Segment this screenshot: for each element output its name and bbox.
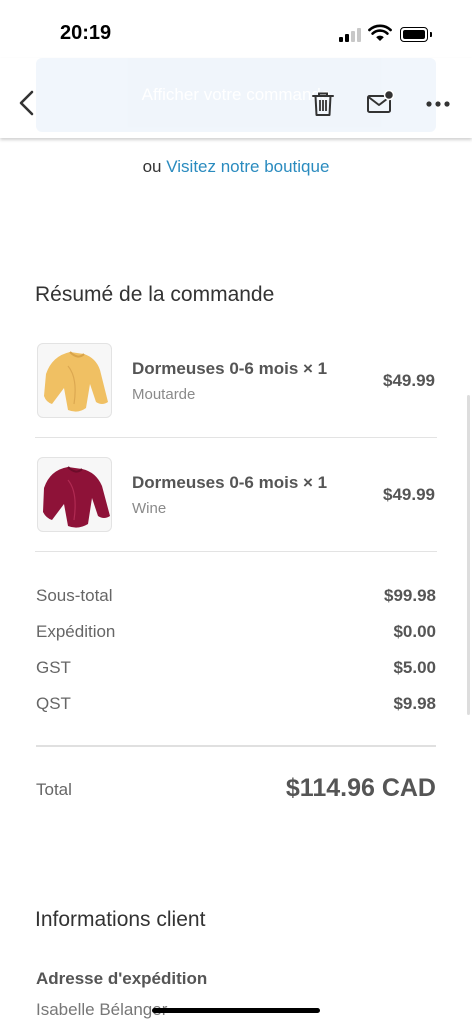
- status-time: 20:19: [60, 22, 112, 44]
- shipping-address-name: Isabelle Bélanger: [36, 1000, 168, 1019]
- product-thumbnail: [37, 343, 112, 418]
- signal-icon: [339, 28, 363, 42]
- sleeper-wine-image: [43, 466, 110, 528]
- scroll-indicator: [467, 395, 470, 715]
- order-summary-title: Résumé de la commande: [35, 283, 275, 306]
- back-chevron-icon[interactable]: [14, 88, 38, 118]
- shipping-label: Expédition: [36, 622, 116, 641]
- mail-toolbar: Afficher votre commande: [0, 58, 472, 138]
- item-name: Dormeuses 0-6 mois × 1: [132, 473, 328, 492]
- store-link-row: ou Visitez notre boutique: [0, 157, 472, 177]
- visit-store-link[interactable]: Visitez notre boutique: [166, 157, 329, 176]
- wifi-icon: [368, 24, 392, 41]
- item-price: $49.99: [383, 371, 435, 390]
- status-bar: 20:19: [0, 0, 472, 58]
- qst-value: $9.98: [393, 694, 436, 713]
- order-item: Dormeuses 0-6 mois × 1 Wine $49.99: [35, 438, 437, 552]
- item-price: $49.99: [383, 485, 435, 504]
- store-link-prefix: ou: [142, 157, 162, 176]
- total-label: Total: [36, 780, 72, 799]
- more-icon[interactable]: [424, 98, 452, 110]
- total-value: $114.96 CAD: [285, 774, 436, 802]
- qst-label: QST: [36, 694, 71, 713]
- battery-icon: [400, 27, 432, 42]
- shipping-address-label: Adresse d'expédition: [36, 969, 208, 988]
- item-variant: Wine: [132, 500, 167, 517]
- order-item: Dormeuses 0-6 mois × 1 Moutarde $49.99: [35, 324, 437, 438]
- gst-label: GST: [36, 658, 71, 677]
- gst-value: $5.00: [393, 658, 436, 677]
- item-name: Dormeuses 0-6 mois × 1: [132, 359, 328, 378]
- subtotal-value: $99.98: [384, 586, 436, 605]
- subtotal-label: Sous-total: [36, 586, 113, 605]
- mail-icon[interactable]: [366, 90, 394, 118]
- item-variant: Moutarde: [132, 386, 196, 403]
- product-thumbnail: [37, 457, 112, 532]
- total-divider: [36, 745, 436, 747]
- home-indicator: [152, 1008, 320, 1013]
- customer-info-title: Informations client: [35, 908, 206, 931]
- shipping-value: $0.00: [393, 622, 436, 641]
- trash-icon[interactable]: [309, 90, 337, 118]
- sleeper-mustard-image: [44, 351, 108, 412]
